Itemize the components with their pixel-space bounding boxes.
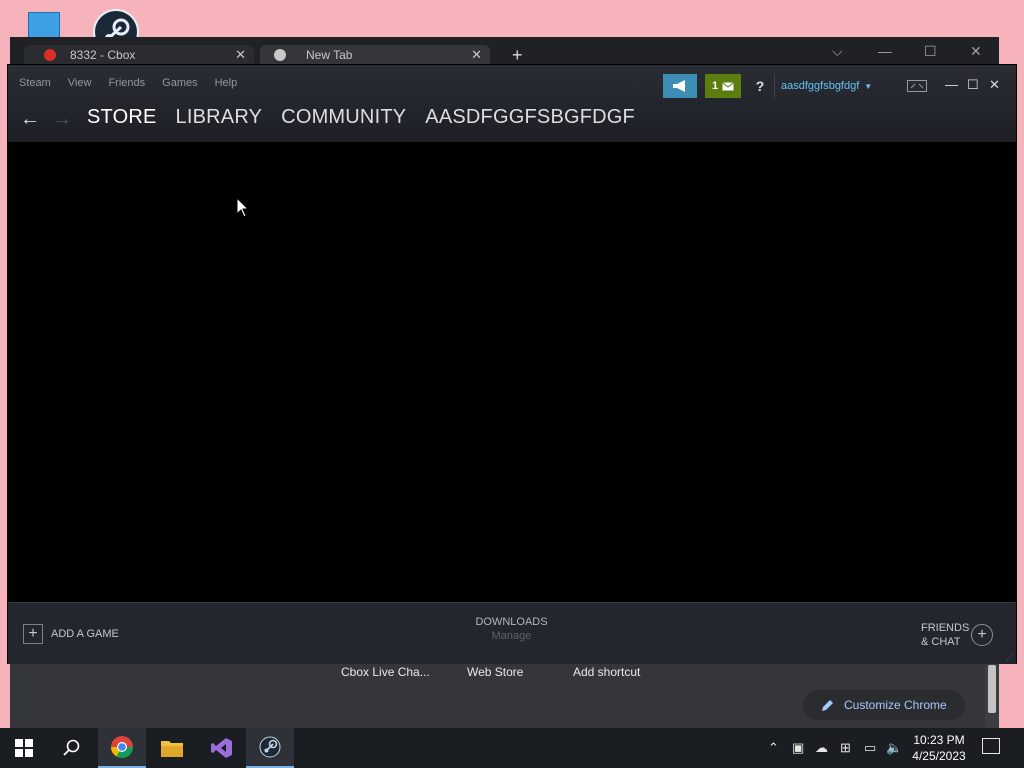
pencil-icon	[822, 699, 833, 711]
big-picture-button[interactable]	[906, 74, 928, 98]
this-pc-desktop-icon[interactable]	[28, 12, 60, 38]
file-explorer-taskbar-app[interactable]	[148, 728, 196, 768]
steam-menu-bar: Steam View Friends Games Help	[19, 77, 237, 89]
steam-content-area[interactable]	[8, 142, 1016, 602]
customize-chrome-label: Customize Chrome	[844, 698, 947, 712]
help-button[interactable]: ?	[751, 74, 769, 98]
close-tab-icon[interactable]: ✕	[471, 47, 482, 63]
menu-help[interactable]: Help	[215, 77, 238, 89]
shortcut-cbox[interactable]: Cbox Live Cha...	[341, 665, 430, 679]
mouse-cursor-icon	[236, 197, 250, 218]
shortcut-web-store[interactable]: Web Store	[467, 665, 523, 679]
folder-icon	[161, 741, 183, 757]
shortcut-add[interactable]: Add shortcut	[573, 665, 640, 679]
downloads-title: DOWNLOADS	[475, 616, 548, 628]
steam-header: Steam View Friends Games Help ← → STORE …	[8, 65, 1016, 142]
forward-arrow-icon[interactable]: →	[52, 109, 72, 129]
tab-store[interactable]: STORE	[87, 106, 157, 129]
new-tab-button[interactable]: +	[512, 46, 523, 64]
steam-main-tabs: STORE LIBRARY COMMUNITY AASDFGGFSBGFDGF	[87, 106, 635, 129]
visual-studio-taskbar-app[interactable]	[198, 728, 246, 768]
chrome-icon	[111, 736, 133, 758]
tray-security-icon[interactable]: ▣	[792, 740, 804, 756]
downloads-button[interactable]: DOWNLOADS Manage	[448, 616, 575, 642]
steam-minimize-button[interactable]: —	[945, 78, 958, 92]
chrome-minimize-button[interactable]: —	[878, 43, 892, 59]
clock-time: 10:23 PM	[913, 733, 965, 747]
chrome-maximize-button[interactable]: ☐	[924, 43, 937, 60]
help-icon: ?	[755, 78, 765, 94]
tab-search-icon[interactable]: ⌵	[832, 43, 843, 60]
account-name: aasdfggfsbgfdgf	[781, 80, 860, 92]
steam-maximize-button[interactable]: ☐	[967, 78, 979, 92]
tray-onedrive-icon[interactable]: ☁	[815, 740, 828, 756]
account-menu[interactable]: aasdfggfsbgfdgf ▼	[774, 74, 888, 98]
notification-count: 1	[711, 80, 719, 92]
tab-profile[interactable]: AASDFGGFSBGFDGF	[425, 106, 635, 129]
clock-date: 4/25/2023	[912, 749, 966, 763]
announcements-button[interactable]	[663, 74, 697, 98]
resize-grip-icon[interactable]: ⋰	[1006, 653, 1014, 662]
menu-friends[interactable]: Friends	[108, 77, 145, 89]
steam-close-button[interactable]: ✕	[989, 78, 1000, 92]
chrome-tab-bar: 8332 - Cbox ✕ New Tab ✕ + ⌵ — ☐ ✕	[10, 37, 999, 65]
windows-logo-icon	[15, 739, 33, 757]
add-friend-icon[interactable]: +	[971, 624, 993, 646]
envelope-icon	[722, 81, 734, 90]
friends-label: FRIENDS	[921, 622, 970, 634]
steam-icon	[259, 736, 281, 758]
menu-steam[interactable]: Steam	[19, 77, 51, 89]
chrome-favicon-icon	[274, 49, 286, 61]
visual-studio-icon	[211, 738, 232, 758]
steam-window: Steam View Friends Games Help ← → STORE …	[7, 64, 1017, 664]
add-game-button[interactable]: + ADD A GAME	[23, 624, 119, 644]
tray-chevron-up-icon[interactable]: ⌃	[768, 740, 779, 756]
downloads-manage: Manage	[491, 630, 532, 642]
add-game-label: ADD A GAME	[51, 628, 119, 640]
chat-label: & CHAT	[921, 636, 961, 648]
chevron-down-icon: ▼	[864, 81, 873, 91]
search-icon	[63, 739, 80, 756]
customize-chrome-button[interactable]: Customize Chrome	[803, 690, 965, 720]
plus-icon: +	[23, 624, 43, 644]
chrome-tab-label: 8332 - Cbox	[70, 48, 136, 62]
friends-chat-button[interactable]: FRIENDS & CHAT	[921, 621, 969, 649]
megaphone-icon	[673, 80, 685, 92]
notifications-button[interactable]: 1	[705, 74, 741, 98]
tray-volume-icon[interactable]: 🔈	[886, 740, 902, 756]
chrome-scrollbar[interactable]	[985, 657, 999, 731]
tray-network-icon[interactable]: ▭	[864, 740, 876, 756]
close-tab-icon[interactable]: ✕	[235, 47, 246, 63]
start-button[interactable]	[0, 728, 48, 768]
chrome-tab-label: New Tab	[306, 48, 353, 62]
chrome-taskbar-app[interactable]	[98, 728, 146, 768]
chrome-tab-cbox[interactable]: 8332 - Cbox ✕	[24, 45, 254, 65]
taskbar-clock[interactable]: 10:23 PM 4/25/2023	[905, 732, 973, 764]
tab-community[interactable]: COMMUNITY	[281, 106, 406, 129]
tray-windows-update-icon[interactable]: ⊞	[840, 740, 851, 756]
cbox-favicon-icon	[44, 49, 56, 61]
chrome-tab-new-tab[interactable]: New Tab ✕	[260, 45, 490, 65]
steam-taskbar-app[interactable]	[246, 728, 294, 768]
search-button[interactable]	[48, 728, 96, 768]
steam-footer: + ADD A GAME DOWNLOADS Manage FRIENDS & …	[8, 602, 1016, 664]
big-picture-icon	[907, 80, 927, 92]
back-arrow-icon[interactable]: ←	[20, 109, 40, 129]
menu-view[interactable]: View	[68, 77, 92, 89]
menu-games[interactable]: Games	[162, 77, 197, 89]
chrome-close-button[interactable]: ✕	[970, 43, 982, 60]
action-center-icon[interactable]	[982, 738, 1000, 754]
taskbar: ⌃ ▣ ☁ ⊞ ▭ 🔈 10:23 PM 4/25/2023	[0, 728, 1024, 768]
scrollbar-thumb[interactable]	[988, 665, 996, 713]
tab-library[interactable]: LIBRARY	[176, 106, 263, 129]
